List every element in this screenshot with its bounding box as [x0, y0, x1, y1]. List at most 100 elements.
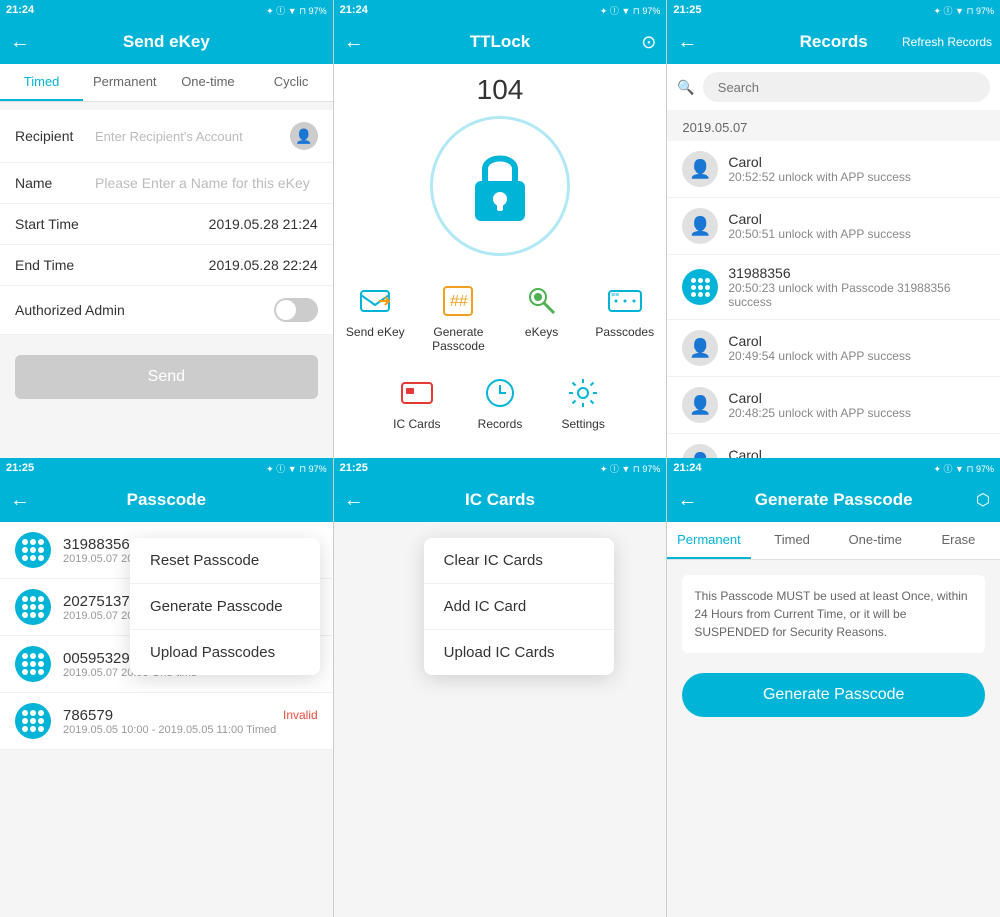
record-avatar-2: [682, 269, 718, 305]
status-time-bl: 21:25: [6, 462, 34, 474]
back-button-br[interactable]: ←: [677, 489, 697, 512]
menu-records[interactable]: Records: [458, 363, 541, 441]
menu-generate-passcode[interactable]: ## Generate Passcode: [417, 271, 500, 363]
external-link-icon[interactable]: ⬡: [976, 490, 990, 510]
context-generate-passcode[interactable]: Generate Passcode: [130, 584, 320, 630]
contact-icon[interactable]: 👤: [290, 122, 318, 150]
context-clear-ic[interactable]: Clear IC Cards: [424, 538, 614, 584]
gen-tabs: Permanent Timed One-time Erase: [667, 522, 1000, 560]
refresh-records-button[interactable]: Refresh Records: [902, 35, 992, 49]
menu-passcodes[interactable]: ≡≡ Passcodes: [583, 271, 666, 363]
back-button-mid[interactable]: ←: [344, 31, 364, 54]
name-row: Name Please Enter a Name for this eKey: [0, 163, 333, 204]
status-time-mid: 21:24: [340, 4, 368, 16]
lock-number: 104: [477, 74, 524, 106]
admin-row: Authorized Admin: [0, 286, 333, 335]
record-item-4[interactable]: 👤 Carol 20:48:25 unlock with APP success: [667, 377, 1000, 434]
records-screen: 21:25 ✦ ⓛ ▼ ⊓ 97% ← Records Refresh Reco…: [666, 0, 1000, 458]
back-button-right[interactable]: ←: [677, 31, 697, 54]
passcode-context-menu: Reset Passcode Generate Passcode Upload …: [130, 538, 320, 675]
recipient-label: Recipient: [15, 128, 95, 144]
profile-icon[interactable]: ⊙: [641, 32, 656, 53]
admin-toggle[interactable]: [274, 298, 318, 322]
record-item-1[interactable]: 👤 Carol 20:50:51 unlock with APP success: [667, 198, 1000, 255]
passcode-title: Passcode: [127, 490, 206, 510]
records-title: Records: [800, 32, 868, 52]
recipient-row: Recipient 👤: [0, 110, 333, 163]
record-item-0[interactable]: 👤 Carol 20:52:52 unlock with APP success: [667, 141, 1000, 198]
status-icons-br: ✦ ⓛ ▼ ⊓ 97%: [934, 462, 995, 475]
record-detail-3: 20:49:54 unlock with APP success: [728, 349, 985, 363]
record-name-1: Carol: [728, 211, 985, 227]
gen-tab-timed[interactable]: Timed: [751, 522, 834, 559]
status-icons-bm: ✦ ⓛ ▼ ⊓ 97%: [600, 462, 661, 475]
tab-onetime[interactable]: One-time: [166, 64, 249, 101]
record-item-2[interactable]: 31988356 20:50:23 unlock with Passcode 3…: [667, 255, 1000, 320]
record-detail-2: 20:50:23 unlock with Passcode 31988356 s…: [728, 281, 985, 309]
passcode-item-3[interactable]: 786579 Invalid 2019.05.05 10:00 - 2019.0…: [0, 693, 333, 750]
record-info-1: Carol 20:50:51 unlock with APP success: [728, 211, 985, 241]
record-info-0: Carol 20:52:52 unlock with APP success: [728, 154, 985, 184]
context-upload-passcodes[interactable]: Upload Passcodes: [130, 630, 320, 675]
record-name-2: 31988356: [728, 265, 985, 281]
ic-title: IC Cards: [465, 490, 535, 510]
context-upload-ic[interactable]: Upload IC Cards: [424, 630, 614, 675]
passcodes-label: Passcodes: [595, 325, 654, 339]
status-bar-bottom-left: 21:25 ✦ ⓛ ▼ ⊓ 97%: [0, 458, 333, 478]
status-bar-bottom-right: 21:24 ✦ ⓛ ▼ ⊓ 97%: [667, 458, 1000, 478]
record-item-3[interactable]: 👤 Carol 20:49:54 unlock with APP success: [667, 320, 1000, 377]
record-avatar-0: 👤: [682, 151, 718, 187]
records-header: ← Records Refresh Records: [667, 20, 1000, 64]
ic-cards-screen: 21:25 ✦ ⓛ ▼ ⊓ 97% ← IC Cards Clear IC Ca…: [333, 458, 667, 917]
passcode-header: ← Passcode: [0, 478, 333, 522]
ttlock-body: 104 Send eKey ##: [334, 64, 667, 458]
gen-tab-onetime[interactable]: One-time: [834, 522, 917, 559]
recipient-input[interactable]: [95, 128, 290, 144]
context-reset-passcode[interactable]: Reset Passcode: [130, 538, 320, 584]
menu-send-ekey[interactable]: Send eKey: [334, 271, 417, 363]
end-time-row: End Time 2019.05.28 22:24: [0, 245, 333, 286]
status-bar-bottom-mid: 21:25 ✦ ⓛ ▼ ⊓ 97%: [334, 458, 667, 478]
tab-cyclic[interactable]: Cyclic: [250, 64, 333, 101]
menu-settings[interactable]: Settings: [542, 363, 625, 441]
menu-grid: Send eKey ## Generate Passcode eKeys: [334, 271, 667, 441]
record-item-5[interactable]: 👤 Carol 20:44:25 unlock with APP success: [667, 434, 1000, 458]
back-button-bl[interactable]: ←: [10, 489, 30, 512]
tabs-row: Timed Permanent One-time Cyclic: [0, 64, 333, 102]
back-button-ic[interactable]: ←: [344, 489, 364, 512]
passcode-invalid-3: Invalid: [283, 708, 318, 722]
search-input[interactable]: [703, 72, 990, 102]
start-time-value: 2019.05.28 21:24: [95, 216, 318, 232]
passcode-dot-1: [15, 589, 51, 625]
record-avatar-5: 👤: [682, 444, 718, 458]
gen-tab-erase[interactable]: Erase: [917, 522, 1000, 559]
record-name-0: Carol: [728, 154, 985, 170]
passcode-dot-3: [15, 703, 51, 739]
menu-ic-cards[interactable]: IC Cards: [375, 363, 458, 441]
context-add-ic[interactable]: Add IC Card: [424, 584, 614, 630]
menu-ekeys[interactable]: eKeys: [500, 271, 583, 363]
tab-timed[interactable]: Timed: [0, 64, 83, 101]
status-icons-mid: ✦ ⓛ ▼ ⊓ 97%: [600, 4, 661, 17]
passcode-dot-2: [15, 646, 51, 682]
search-icon: 🔍: [677, 79, 694, 96]
ekeys-icon: [522, 281, 562, 321]
records-label: Records: [478, 417, 523, 431]
passcodes-icon: ≡≡: [605, 281, 645, 321]
form-section: Recipient 👤 Name Please Enter a Name for…: [0, 110, 333, 335]
record-name-3: Carol: [728, 333, 985, 349]
passcode-num-2: 00595329: [63, 650, 130, 667]
passcode-info-3: 786579 Invalid 2019.05.05 10:00 - 2019.0…: [63, 707, 318, 736]
back-button[interactable]: ←: [10, 31, 30, 54]
record-name-5: Carol: [728, 447, 985, 458]
send-ekey-screen: 21:24 ✦ ⓛ ▼ ⊓ 97% ← Send eKey Timed Perm…: [0, 0, 333, 458]
ic-cards-label: IC Cards: [393, 417, 440, 431]
records-body: 🔍 2019.05.07 👤 Carol 20:52:52 unlock wit…: [667, 64, 1000, 458]
gen-header: ← Generate Passcode ⬡: [667, 478, 1000, 522]
generate-passcode-button[interactable]: Generate Passcode: [682, 673, 985, 717]
tab-permanent[interactable]: Permanent: [83, 64, 166, 101]
send-button[interactable]: Send: [15, 355, 318, 399]
gen-tab-permanent[interactable]: Permanent: [667, 522, 750, 559]
record-info-3: Carol 20:49:54 unlock with APP success: [728, 333, 985, 363]
record-info-2: 31988356 20:50:23 unlock with Passcode 3…: [728, 265, 985, 309]
